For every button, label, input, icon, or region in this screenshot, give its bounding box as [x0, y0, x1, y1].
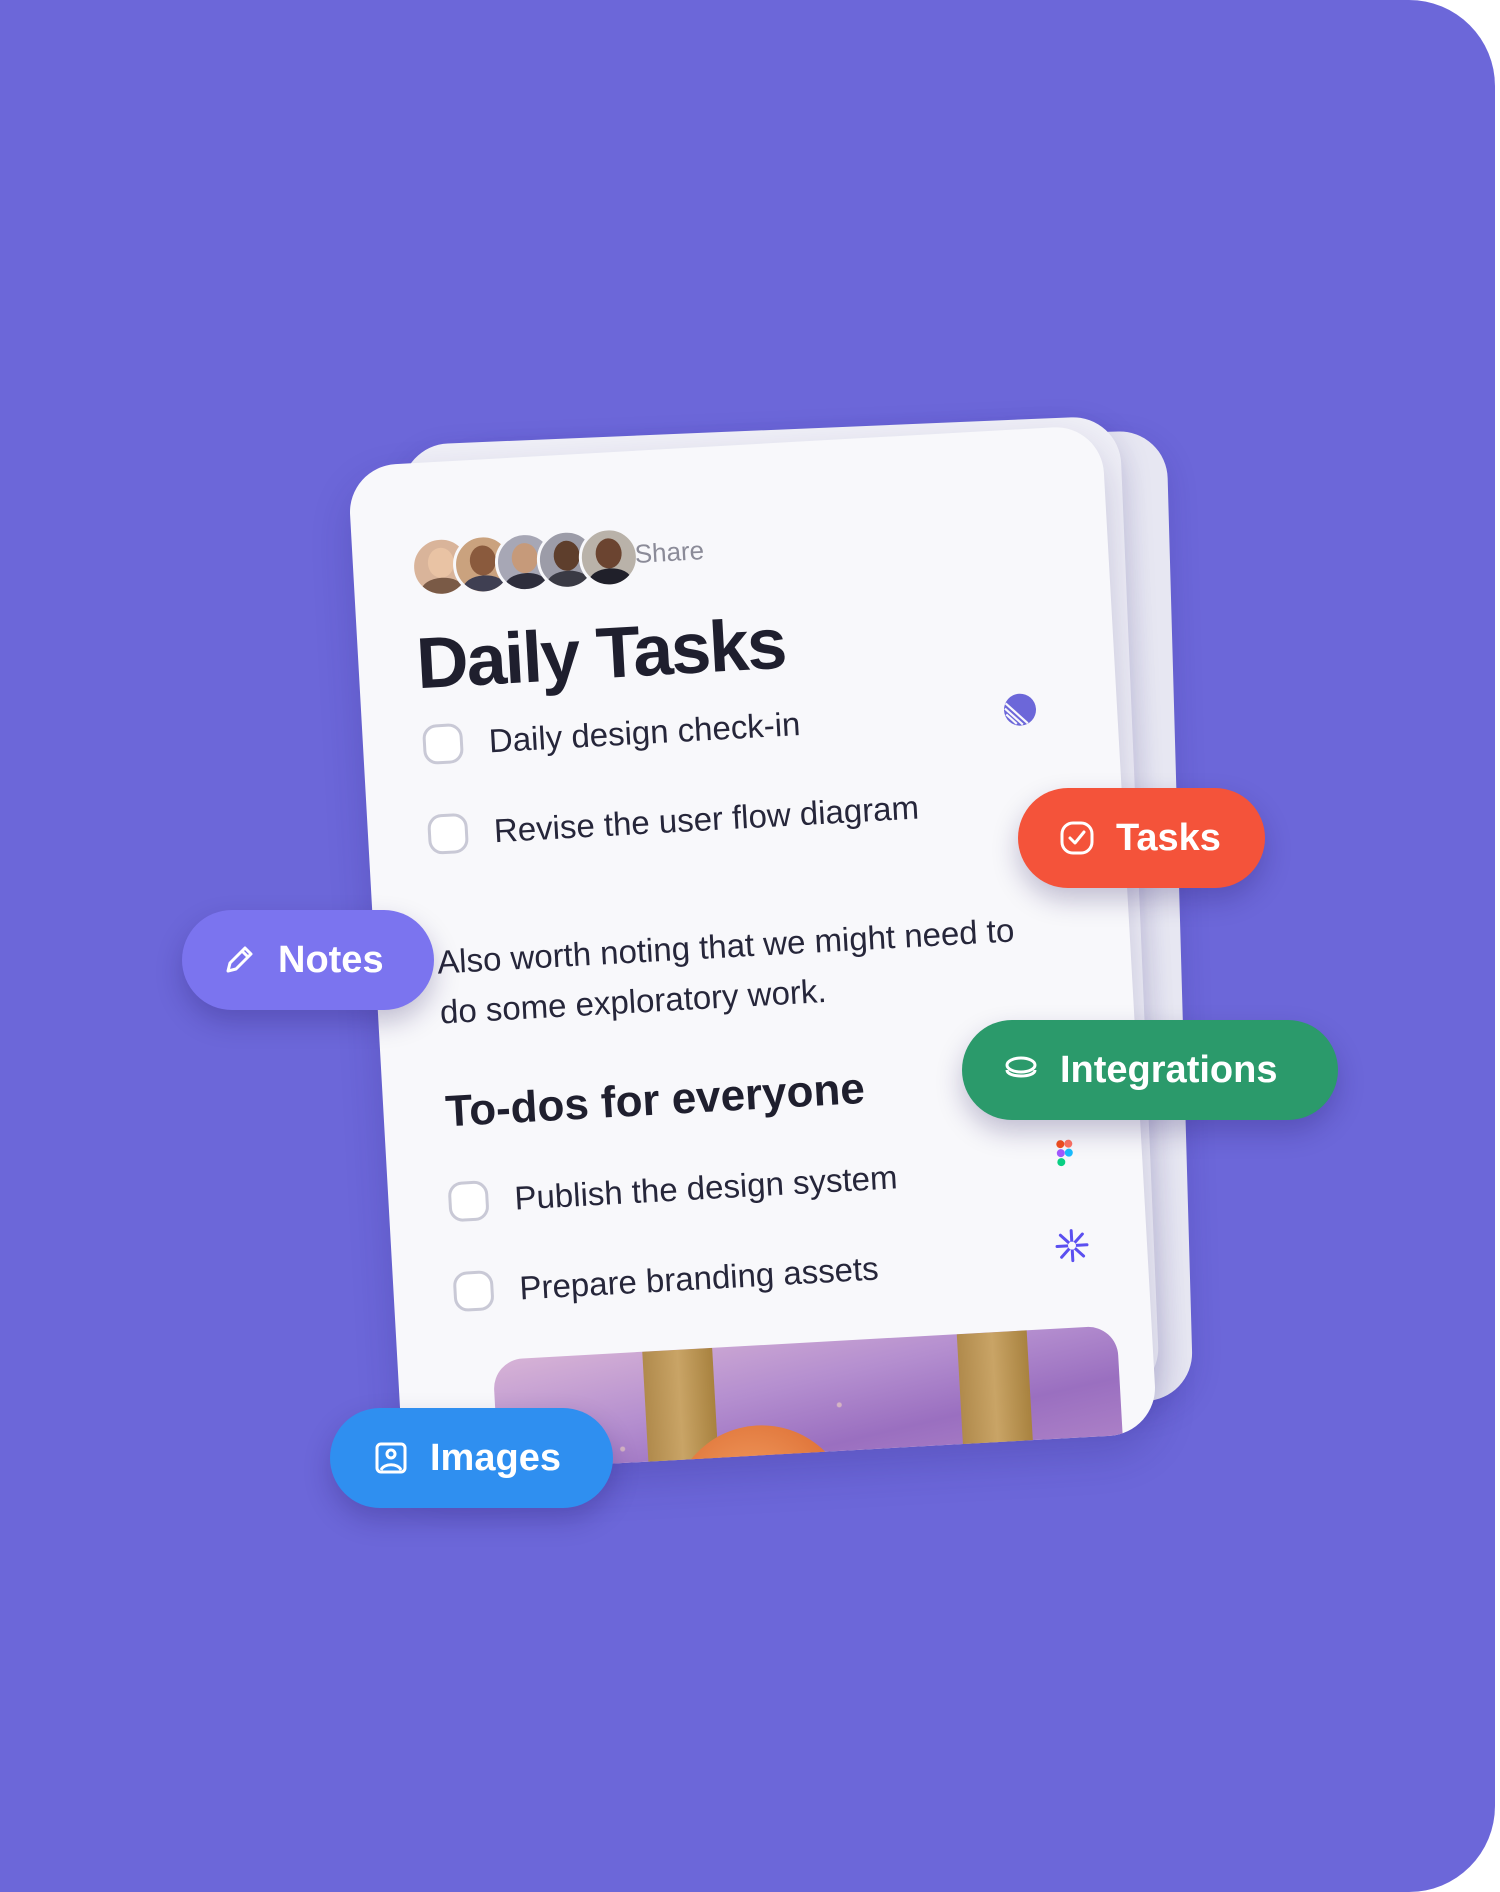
task-item[interactable]: Daily design check-in [421, 704, 802, 766]
linear-logo-icon [1001, 691, 1039, 729]
tasks-pill[interactable]: Tasks [1018, 788, 1265, 888]
image-icon [372, 1439, 410, 1477]
notes-pill[interactable]: Notes [182, 910, 434, 1010]
task-label: Daily design check-in [487, 705, 802, 760]
page-title: Daily Tasks [414, 603, 788, 705]
todo-checkbox[interactable] [447, 1180, 490, 1223]
collaborator-avatars[interactable] [409, 525, 641, 599]
section-heading: To-dos for everyone [444, 1063, 866, 1137]
check-circle-icon [1058, 819, 1096, 857]
todo-label: Publish the design system [513, 1158, 899, 1217]
integrations-label: Integrations [1060, 1048, 1278, 1091]
figma-logo-icon [1046, 1139, 1084, 1177]
todo-checkbox[interactable] [452, 1270, 495, 1313]
sparkle-logo-icon [1053, 1227, 1091, 1265]
notes-label: Notes [278, 938, 384, 981]
note-text: Also worth noting that we might need to … [436, 911, 1016, 1031]
images-label: Images [430, 1436, 561, 1479]
integrations-pill[interactable]: Integrations [962, 1020, 1338, 1120]
todo-item[interactable]: Publish the design system [447, 1157, 899, 1223]
images-pill[interactable]: Images [330, 1408, 613, 1508]
task-checkbox[interactable] [421, 722, 465, 766]
pencil-icon [220, 941, 258, 979]
task-checkbox[interactable] [426, 812, 470, 855]
stage: Share Daily Tasks Daily design check-in … [0, 0, 1500, 1892]
tasks-label: Tasks [1116, 816, 1221, 859]
task-item[interactable]: Revise the user flow diagram [426, 788, 920, 855]
daily-tasks-card: Share Daily Tasks Daily design check-in … [347, 424, 1158, 1476]
todo-label: Prepare branding assets [518, 1249, 880, 1307]
share-button[interactable]: Share [634, 535, 705, 570]
todo-item[interactable]: Prepare branding assets [452, 1248, 880, 1313]
layers-icon [1002, 1051, 1040, 1089]
task-label: Revise the user flow diagram [492, 788, 920, 850]
